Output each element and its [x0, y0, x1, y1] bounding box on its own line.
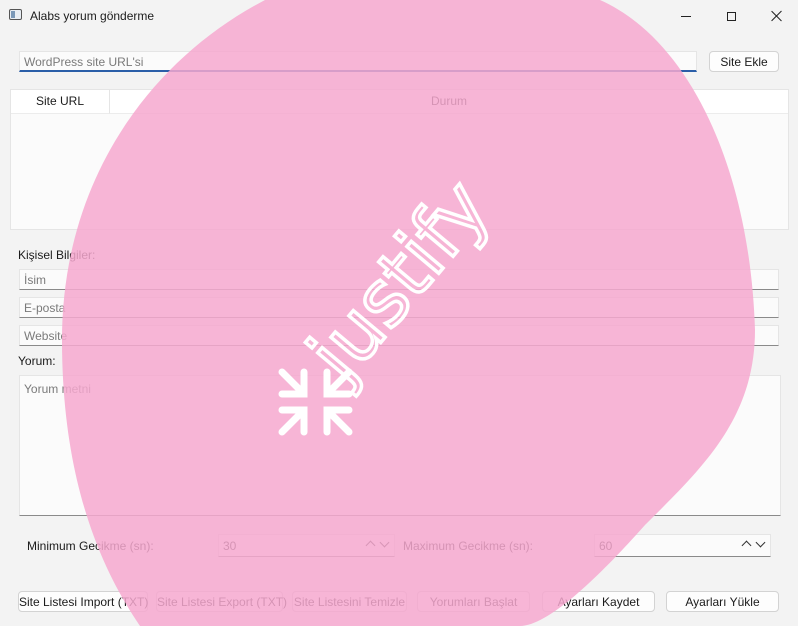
clear-sites-button[interactable]: Site Listesini Temizle [292, 591, 407, 612]
title-bar: Alabs yorum gönderme [0, 0, 798, 32]
site-url-input[interactable]: WordPress site URL'si [19, 51, 697, 72]
start-comments-button[interactable]: Yorumları Başlat [417, 591, 530, 612]
spin-arrows [741, 537, 767, 552]
window-title: Alabs yorum gönderme [30, 9, 155, 23]
personal-info-heading: Kişisel Bilgiler: [18, 248, 96, 262]
name-input[interactable]: İsim [19, 269, 779, 290]
close-button[interactable] [754, 0, 798, 32]
min-delay-spinbox[interactable]: 30 [218, 534, 395, 557]
export-sites-button[interactable]: Site Listesi Export (TXT) [156, 591, 287, 612]
minimize-icon [681, 15, 691, 17]
chevron-up-icon[interactable] [365, 540, 376, 551]
add-site-button[interactable]: Site Ekle [709, 51, 779, 72]
maximize-icon [726, 11, 736, 21]
maximize-button[interactable] [708, 0, 754, 32]
load-settings-button[interactable]: Ayarları Yükle [666, 591, 779, 612]
chevron-up-icon[interactable] [741, 540, 752, 551]
website-input[interactable]: Website [19, 325, 779, 346]
min-delay-value: 30 [223, 539, 237, 553]
chevron-down-icon[interactable] [379, 537, 390, 548]
chevron-down-icon[interactable] [755, 537, 766, 548]
column-header-durum[interactable]: Durum [110, 90, 788, 114]
min-delay-label: Minimum Gecikme (sn): [27, 539, 154, 553]
site-table[interactable]: Site URL Durum [10, 89, 789, 230]
email-input[interactable]: E-posta [19, 297, 779, 318]
app-window-icon [9, 9, 22, 20]
column-header-site-url[interactable]: Site URL [11, 90, 110, 114]
max-delay-value: 60 [599, 539, 613, 553]
max-delay-label: Maximum Gecikme (sn): [403, 539, 534, 553]
max-delay-spinbox[interactable]: 60 [594, 534, 771, 557]
minimize-button[interactable] [663, 0, 709, 32]
comment-heading: Yorum: [18, 354, 56, 368]
import-sites-button[interactable]: Site Listesi Import (TXT) [18, 591, 148, 612]
save-settings-button[interactable]: Ayarları Kaydet [542, 591, 655, 612]
spin-arrows [365, 537, 391, 552]
close-icon [771, 10, 783, 22]
comment-textarea[interactable]: Yorum metni [19, 375, 781, 516]
